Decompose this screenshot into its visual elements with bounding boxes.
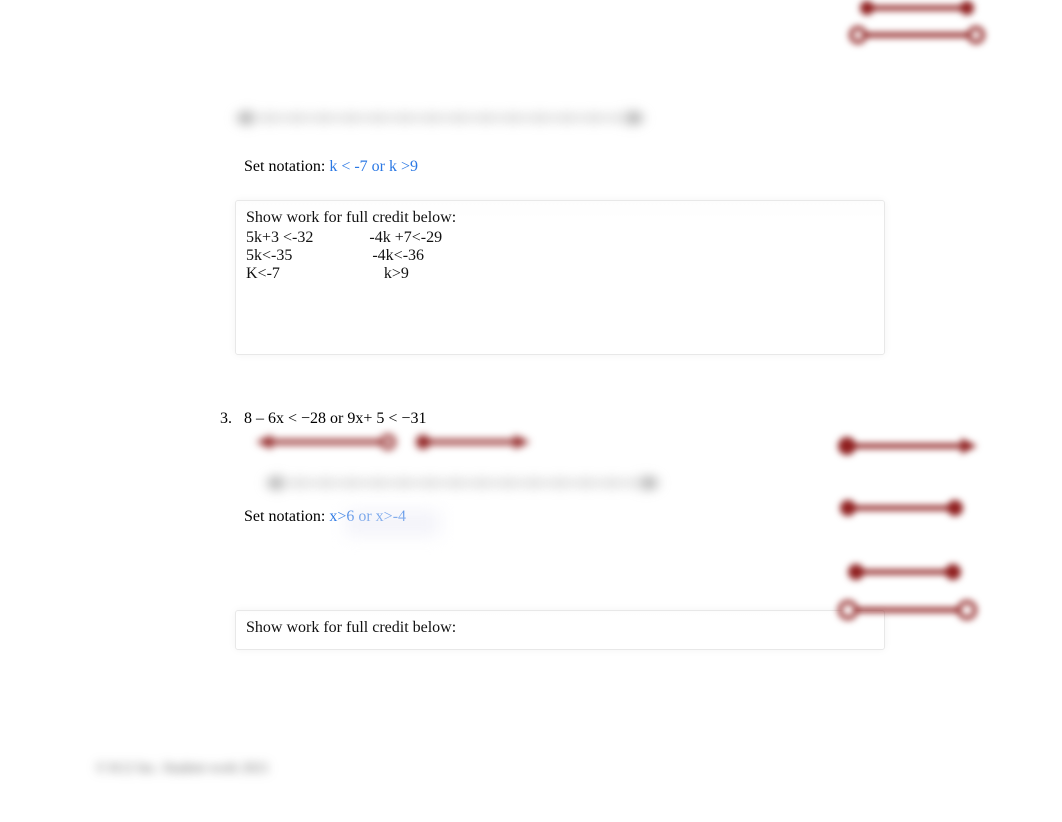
q2-set-notation-row: Set notation: k < -7 or k >9 [244, 158, 418, 176]
q3-work-box[interactable]: Show work for full credit below: [235, 610, 885, 650]
q3-problem-statement: 8 – 6x < −28 or 9x+ 5 < −31 [244, 410, 426, 428]
q3-student-graph [248, 430, 538, 455]
q2-set-answer: k < -7 or k >9 [329, 158, 418, 175]
q2-work-line: 5k<-35 -4k<-36 [246, 247, 874, 265]
choice-graph-6 [830, 598, 985, 622]
q3-number: 3. [220, 410, 232, 428]
choice-graph-1 [852, 0, 982, 16]
choice-graph-3 [827, 435, 982, 457]
q3-set-label: Set notation: [244, 508, 329, 525]
q2-set-label: Set notation: [244, 158, 329, 175]
q3-highlight-blur [345, 510, 440, 536]
q2-work-prompt: Show work for full credit below: [246, 209, 874, 227]
choice-graph-4 [834, 498, 969, 518]
q3-numberline-graphic [260, 465, 665, 510]
q2-work-line: K<-7 k>9 [246, 265, 874, 283]
copyright-footer: © K12 Inc. Student work 2021 [96, 761, 269, 777]
q2-work-box[interactable]: Show work for full credit below: 5k+3 <-… [235, 200, 885, 355]
q3-work-prompt: Show work for full credit below: [246, 619, 874, 637]
choice-graph-2 [842, 24, 992, 46]
choice-graph-5 [842, 562, 967, 582]
q2-work-line: 5k+3 <-32 -4k +7<-29 [246, 229, 874, 247]
q2-numberline-graphic [230, 100, 650, 145]
